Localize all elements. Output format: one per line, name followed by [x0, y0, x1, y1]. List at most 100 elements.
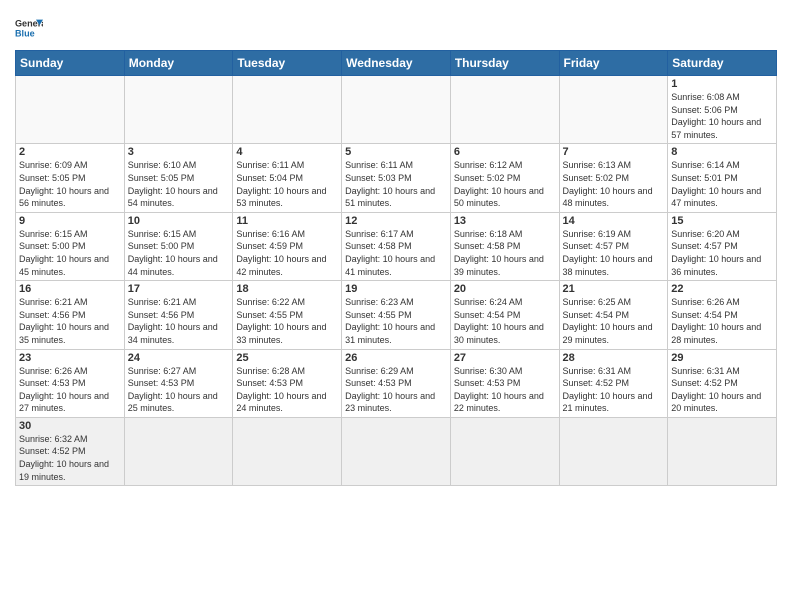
day-info: Sunrise: 6:17 AM Sunset: 4:58 PM Dayligh…	[345, 228, 447, 278]
day-info: Sunrise: 6:10 AM Sunset: 5:05 PM Dayligh…	[128, 159, 230, 209]
day-number: 26	[345, 352, 447, 364]
day-info: Sunrise: 6:08 AM Sunset: 5:06 PM Dayligh…	[671, 91, 773, 141]
day-info: Sunrise: 6:32 AM Sunset: 4:52 PM Dayligh…	[19, 433, 121, 483]
day-info: Sunrise: 6:24 AM Sunset: 4:54 PM Dayligh…	[454, 296, 556, 346]
day-info: Sunrise: 6:11 AM Sunset: 5:04 PM Dayligh…	[236, 159, 338, 209]
calendar-week-6: 30Sunrise: 6:32 AM Sunset: 4:52 PM Dayli…	[16, 417, 777, 485]
calendar-week-2: 2Sunrise: 6:09 AM Sunset: 5:05 PM Daylig…	[16, 144, 777, 212]
calendar-cell	[668, 417, 777, 485]
calendar-cell	[16, 76, 125, 144]
calendar-cell: 8Sunrise: 6:14 AM Sunset: 5:01 PM Daylig…	[668, 144, 777, 212]
day-number: 13	[454, 215, 556, 227]
day-number: 18	[236, 283, 338, 295]
calendar-week-1: 1Sunrise: 6:08 AM Sunset: 5:06 PM Daylig…	[16, 76, 777, 144]
day-info: Sunrise: 6:15 AM Sunset: 5:00 PM Dayligh…	[128, 228, 230, 278]
calendar-cell: 27Sunrise: 6:30 AM Sunset: 4:53 PM Dayli…	[450, 349, 559, 417]
day-info: Sunrise: 6:25 AM Sunset: 4:54 PM Dayligh…	[563, 296, 665, 346]
day-info: Sunrise: 6:31 AM Sunset: 4:52 PM Dayligh…	[563, 365, 665, 415]
day-number: 15	[671, 215, 773, 227]
day-number: 3	[128, 146, 230, 158]
calendar-cell: 9Sunrise: 6:15 AM Sunset: 5:00 PM Daylig…	[16, 212, 125, 280]
day-number: 23	[19, 352, 121, 364]
calendar-cell	[559, 76, 668, 144]
day-info: Sunrise: 6:26 AM Sunset: 4:54 PM Dayligh…	[671, 296, 773, 346]
calendar-cell: 24Sunrise: 6:27 AM Sunset: 4:53 PM Dayli…	[124, 349, 233, 417]
calendar-header-row: SundayMondayTuesdayWednesdayThursdayFrid…	[16, 51, 777, 76]
calendar-cell: 28Sunrise: 6:31 AM Sunset: 4:52 PM Dayli…	[559, 349, 668, 417]
day-info: Sunrise: 6:16 AM Sunset: 4:59 PM Dayligh…	[236, 228, 338, 278]
calendar-cell: 13Sunrise: 6:18 AM Sunset: 4:58 PM Dayli…	[450, 212, 559, 280]
day-info: Sunrise: 6:20 AM Sunset: 4:57 PM Dayligh…	[671, 228, 773, 278]
day-info: Sunrise: 6:31 AM Sunset: 4:52 PM Dayligh…	[671, 365, 773, 415]
day-number: 16	[19, 283, 121, 295]
day-info: Sunrise: 6:13 AM Sunset: 5:02 PM Dayligh…	[563, 159, 665, 209]
calendar-cell	[450, 417, 559, 485]
day-number: 22	[671, 283, 773, 295]
day-info: Sunrise: 6:29 AM Sunset: 4:53 PM Dayligh…	[345, 365, 447, 415]
day-number: 14	[563, 215, 665, 227]
calendar-cell	[233, 76, 342, 144]
calendar-cell: 2Sunrise: 6:09 AM Sunset: 5:05 PM Daylig…	[16, 144, 125, 212]
day-number: 19	[345, 283, 447, 295]
day-info: Sunrise: 6:22 AM Sunset: 4:55 PM Dayligh…	[236, 296, 338, 346]
day-number: 12	[345, 215, 447, 227]
header: General Blue	[15, 10, 777, 42]
day-info: Sunrise: 6:19 AM Sunset: 4:57 PM Dayligh…	[563, 228, 665, 278]
day-number: 1	[671, 78, 773, 90]
day-number: 17	[128, 283, 230, 295]
day-number: 9	[19, 215, 121, 227]
day-info: Sunrise: 6:21 AM Sunset: 4:56 PM Dayligh…	[19, 296, 121, 346]
weekday-header-sunday: Sunday	[16, 51, 125, 76]
calendar-cell: 16Sunrise: 6:21 AM Sunset: 4:56 PM Dayli…	[16, 281, 125, 349]
day-number: 30	[19, 420, 121, 432]
day-number: 25	[236, 352, 338, 364]
day-info: Sunrise: 6:09 AM Sunset: 5:05 PM Dayligh…	[19, 159, 121, 209]
calendar-cell	[124, 76, 233, 144]
calendar-cell: 4Sunrise: 6:11 AM Sunset: 5:04 PM Daylig…	[233, 144, 342, 212]
weekday-header-thursday: Thursday	[450, 51, 559, 76]
calendar-cell: 30Sunrise: 6:32 AM Sunset: 4:52 PM Dayli…	[16, 417, 125, 485]
svg-text:Blue: Blue	[15, 28, 35, 38]
calendar-cell	[559, 417, 668, 485]
day-number: 24	[128, 352, 230, 364]
calendar-cell: 22Sunrise: 6:26 AM Sunset: 4:54 PM Dayli…	[668, 281, 777, 349]
calendar-cell: 25Sunrise: 6:28 AM Sunset: 4:53 PM Dayli…	[233, 349, 342, 417]
calendar-cell: 17Sunrise: 6:21 AM Sunset: 4:56 PM Dayli…	[124, 281, 233, 349]
day-number: 5	[345, 146, 447, 158]
calendar-cell: 29Sunrise: 6:31 AM Sunset: 4:52 PM Dayli…	[668, 349, 777, 417]
weekday-header-monday: Monday	[124, 51, 233, 76]
calendar-cell	[233, 417, 342, 485]
logo-icon: General Blue	[15, 14, 43, 42]
calendar-cell: 18Sunrise: 6:22 AM Sunset: 4:55 PM Dayli…	[233, 281, 342, 349]
day-number: 8	[671, 146, 773, 158]
day-number: 2	[19, 146, 121, 158]
day-number: 20	[454, 283, 556, 295]
calendar-week-5: 23Sunrise: 6:26 AM Sunset: 4:53 PM Dayli…	[16, 349, 777, 417]
calendar-table: SundayMondayTuesdayWednesdayThursdayFrid…	[15, 50, 777, 486]
day-info: Sunrise: 6:14 AM Sunset: 5:01 PM Dayligh…	[671, 159, 773, 209]
day-number: 6	[454, 146, 556, 158]
calendar-cell	[342, 76, 451, 144]
calendar-cell: 5Sunrise: 6:11 AM Sunset: 5:03 PM Daylig…	[342, 144, 451, 212]
day-number: 4	[236, 146, 338, 158]
weekday-header-friday: Friday	[559, 51, 668, 76]
calendar-cell: 3Sunrise: 6:10 AM Sunset: 5:05 PM Daylig…	[124, 144, 233, 212]
day-info: Sunrise: 6:18 AM Sunset: 4:58 PM Dayligh…	[454, 228, 556, 278]
calendar-week-3: 9 Sunrise: 6:15 AM Sunset: 5:00 PM Daylig…	[16, 212, 777, 280]
calendar-cell	[342, 417, 451, 485]
day-info: Sunrise: 6:28 AM Sunset: 4:53 PM Dayligh…	[236, 365, 338, 415]
calendar-cell: 19Sunrise: 6:23 AM Sunset: 4:55 PM Dayli…	[342, 281, 451, 349]
calendar-cell	[450, 76, 559, 144]
weekday-header-tuesday: Tuesday	[233, 51, 342, 76]
calendar-week-4: 16Sunrise: 6:21 AM Sunset: 4:56 PM Dayli…	[16, 281, 777, 349]
day-number: 28	[563, 352, 665, 364]
day-info: Sunrise: 6:30 AM Sunset: 4:53 PM Dayligh…	[454, 365, 556, 415]
weekday-header-wednesday: Wednesday	[342, 51, 451, 76]
day-info: Sunrise: 6:21 AM Sunset: 4:56 PM Dayligh…	[128, 296, 230, 346]
calendar-cell	[124, 417, 233, 485]
calendar-cell: 6Sunrise: 6:12 AM Sunset: 5:02 PM Daylig…	[450, 144, 559, 212]
day-number: 29	[671, 352, 773, 364]
day-info: Sunrise: 6:26 AM Sunset: 4:53 PM Dayligh…	[19, 365, 121, 415]
day-info: Sunrise: 6:27 AM Sunset: 4:53 PM Dayligh…	[128, 365, 230, 415]
day-number: 21	[563, 283, 665, 295]
